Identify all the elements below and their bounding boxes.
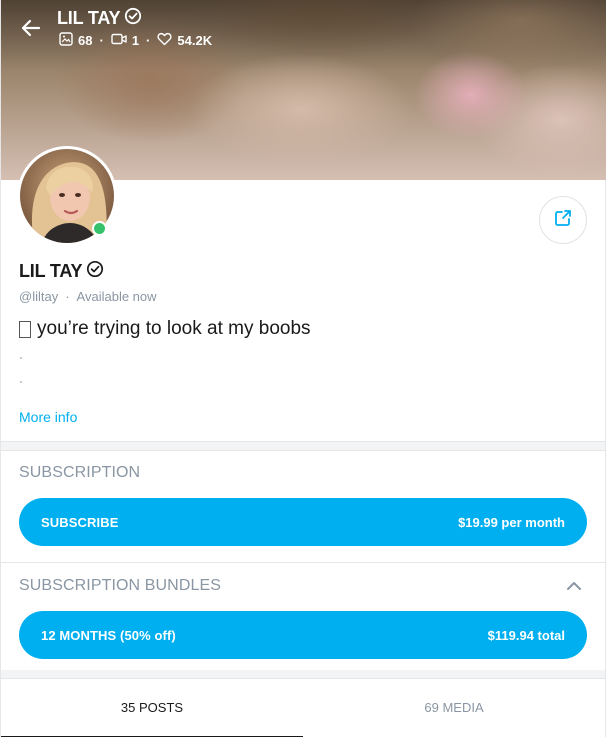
bundle-12-months-button[interactable]: 12 MONTHS (50% off) $119.94 total [19, 611, 587, 659]
section-gap [1, 670, 605, 678]
bio-line-dot [20, 381, 22, 383]
subscription-title: SUBSCRIPTION [19, 464, 141, 481]
bio: you’re trying to look at my boobs [19, 318, 311, 340]
video-icon [111, 32, 127, 49]
videos-count: 1 [131, 33, 140, 48]
likes-count: 54.2K [177, 33, 213, 48]
stat-separator: · [99, 33, 104, 48]
stat-separator: · [146, 33, 151, 48]
online-status-dot [92, 221, 107, 236]
availability-status: Available now [76, 289, 157, 304]
more-info-link[interactable]: More info [19, 409, 77, 425]
bundle-label: 12 MONTHS (50% off) [41, 627, 176, 643]
tab-media[interactable]: 69 MEDIA [303, 679, 605, 736]
divider [1, 450, 605, 451]
bundle-price: $119.94 total [487, 627, 565, 643]
bio-text: you’re trying to look at my boobs [37, 318, 311, 339]
profile-page: LIL TAY 68 · 1 · 54.2K LIL TAY @liltay ·… [0, 0, 606, 737]
subscribe-button[interactable]: SUBSCRIBE $19.99 per month [19, 498, 587, 546]
likes-stat: 54.2K [157, 32, 212, 49]
section-gap [1, 442, 605, 450]
photos-stat: 68 [59, 32, 92, 49]
content-tabs: 35 POSTS 69 MEDIA [1, 678, 605, 737]
profile-name: LIL TAY [19, 260, 104, 283]
verified-icon [124, 7, 142, 30]
back-arrow-icon[interactable] [17, 14, 45, 42]
handle-separator: · [65, 289, 70, 304]
cover-name-text: LIL TAY [57, 8, 121, 28]
bundles-title: SUBSCRIPTION BUNDLES [19, 577, 222, 594]
divider [1, 562, 605, 563]
emoji-placeholder-icon [19, 320, 31, 338]
cover-stats: 68 · 1 · 54.2K [59, 32, 212, 49]
videos-stat: 1 [111, 32, 139, 49]
subscribe-label: SUBSCRIBE [41, 514, 119, 530]
subscribe-price: $19.99 per month [458, 514, 565, 530]
tab-posts[interactable]: 35 POSTS [1, 679, 303, 737]
share-icon [553, 208, 573, 233]
image-icon [59, 32, 73, 49]
share-button[interactable] [539, 196, 587, 244]
handle-line: @liltay · Available now [19, 289, 157, 304]
heart-icon [157, 32, 172, 49]
username: @liltay [19, 289, 59, 304]
photos-count: 68 [78, 33, 93, 48]
chevron-up-icon[interactable] [563, 578, 585, 594]
profile-name-text: LIL TAY [19, 261, 83, 281]
verified-icon [86, 260, 104, 283]
bio-line-dot [20, 357, 22, 359]
cover-title: LIL TAY [57, 7, 142, 30]
